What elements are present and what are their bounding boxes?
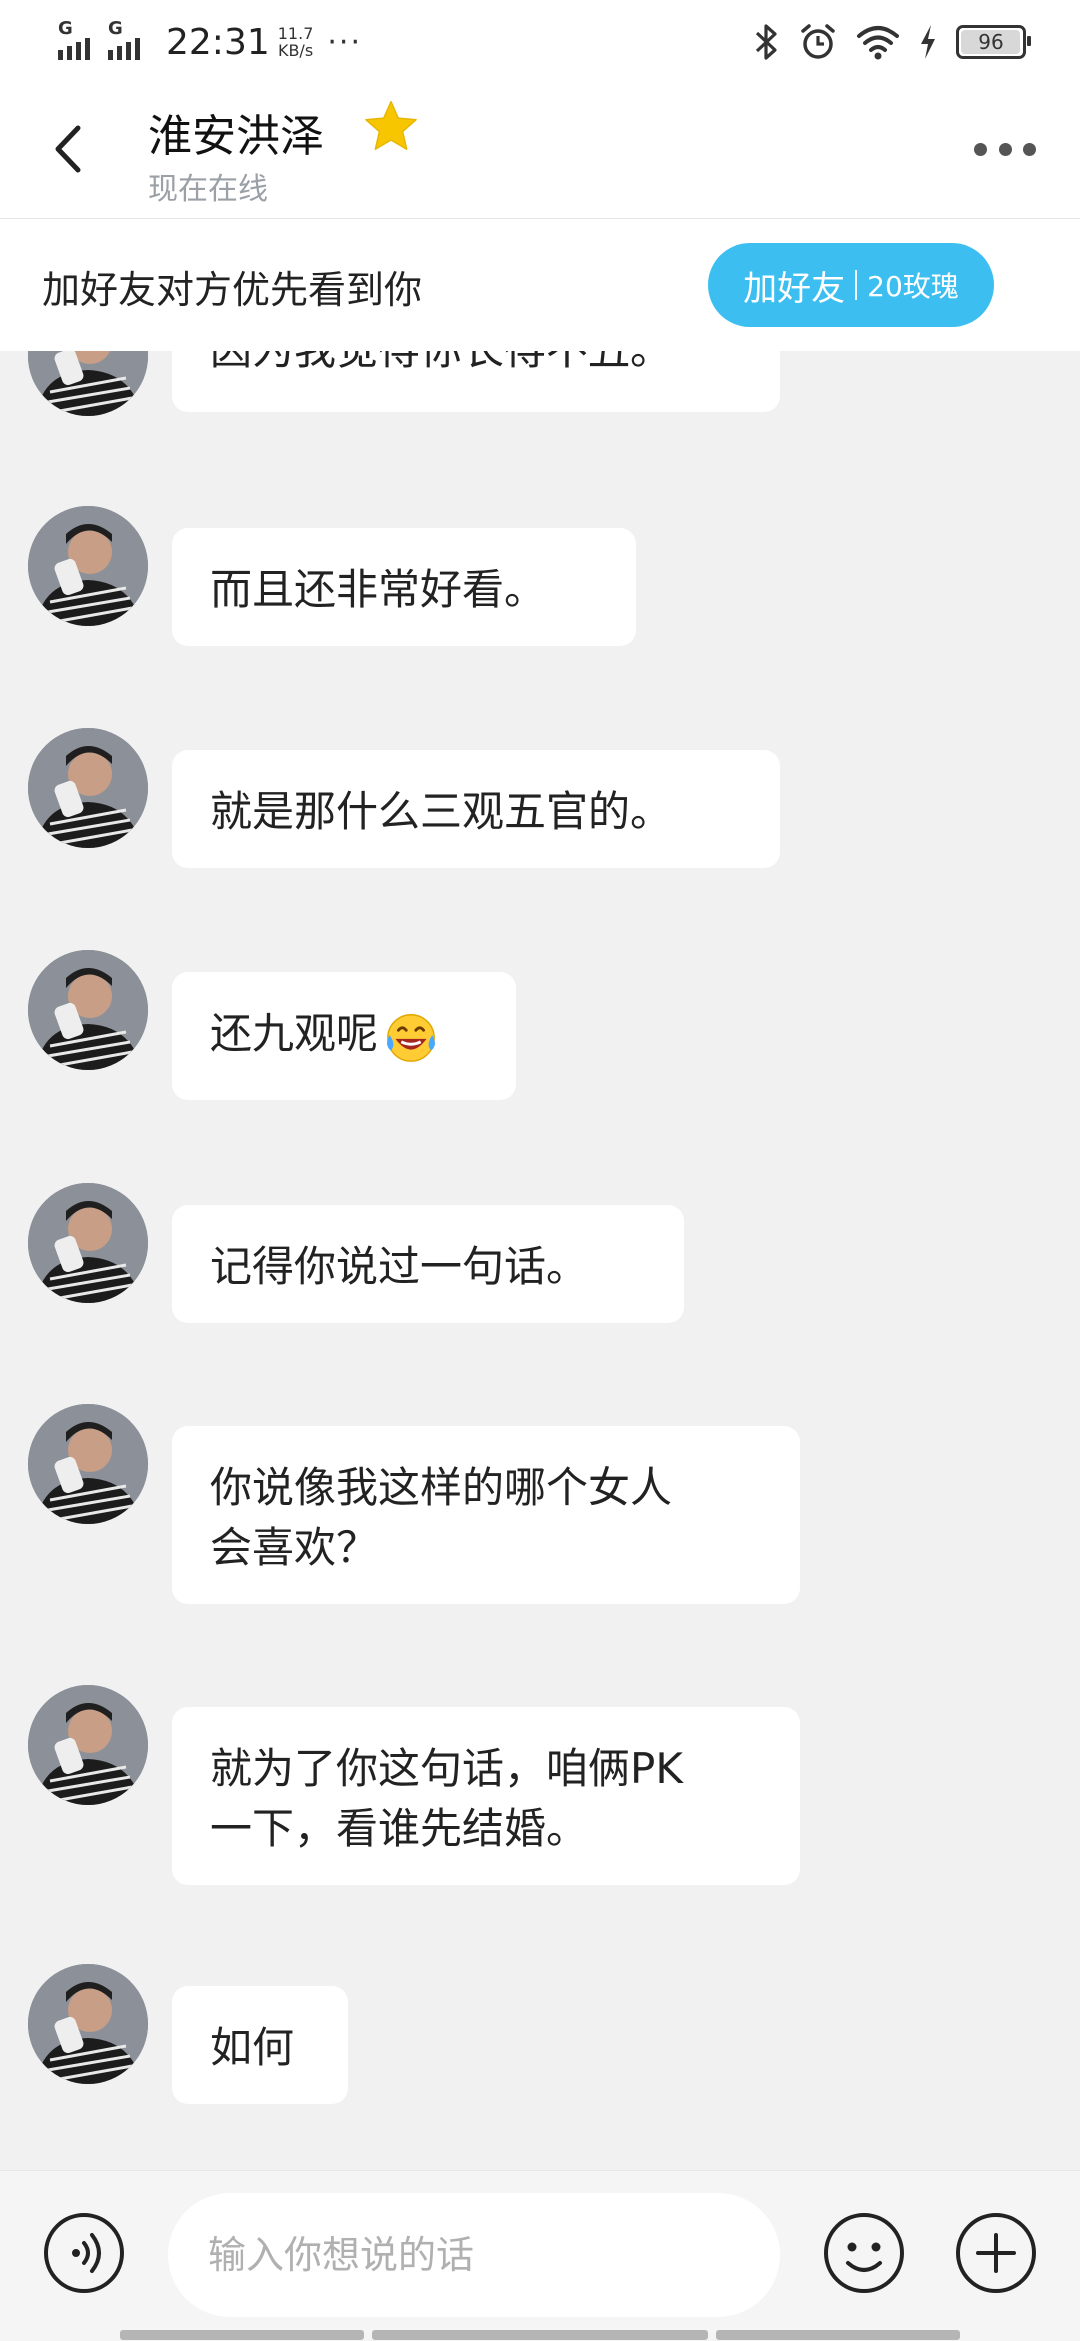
avatar[interactable] bbox=[28, 1183, 148, 1303]
message-text: 记得你说过一句话。 bbox=[210, 1242, 589, 1291]
wifi-icon bbox=[857, 26, 899, 60]
avatar[interactable] bbox=[28, 1404, 148, 1524]
message-bubble[interactable]: 就是那什么三观五官的。 bbox=[172, 750, 780, 868]
contact-name: 淮安洪泽 bbox=[148, 111, 324, 162]
add-friend-button-label: 加好友 bbox=[743, 268, 846, 309]
network-type-label-2: G bbox=[108, 18, 123, 39]
message-bubble[interactable]: 而且还非常好看。 bbox=[172, 528, 636, 646]
alarm-icon bbox=[801, 24, 835, 59]
emoji-icon[interactable] bbox=[822, 2211, 906, 2295]
add-friend-button[interactable]: 加好友 20玫瑰 bbox=[708, 243, 994, 327]
message-bubble[interactable]: 因为我觉得你长得不丑。 bbox=[172, 351, 780, 412]
laughing-tears-emoji bbox=[387, 1013, 435, 1062]
charging-icon bbox=[921, 25, 935, 59]
avatar[interactable] bbox=[28, 1685, 148, 1805]
message-bubble[interactable]: 还九观呢 bbox=[172, 972, 516, 1100]
message-text: 如何 bbox=[210, 2023, 295, 2072]
home-indicator-segment bbox=[120, 2330, 364, 2340]
avatar[interactable] bbox=[28, 728, 148, 848]
signal-icon-2: G bbox=[108, 18, 152, 62]
voice-icon[interactable] bbox=[42, 2211, 126, 2295]
message-text: 你说像我这样的哪个女人 bbox=[210, 1463, 673, 1512]
star-icon[interactable] bbox=[362, 98, 420, 156]
message-text: 因为我觉得你长得不丑。 bbox=[210, 351, 672, 374]
button-divider bbox=[855, 270, 858, 300]
signal-icon: G bbox=[58, 18, 102, 62]
battery-level: 96 bbox=[978, 30, 1004, 54]
message-bubble[interactable]: 记得你说过一句话。 bbox=[172, 1205, 684, 1323]
back-arrow-icon[interactable] bbox=[40, 114, 100, 184]
more-icon[interactable] bbox=[974, 134, 1036, 164]
home-indicator-segment bbox=[372, 2330, 708, 2340]
online-status: 现在在线 bbox=[148, 172, 268, 207]
avatar[interactable] bbox=[28, 950, 148, 1070]
message-text-line2: 一下，看谁先结婚。 bbox=[210, 1804, 589, 1853]
home-indicator-segment bbox=[716, 2330, 960, 2340]
message-text-line2: 会喜欢？ bbox=[210, 1523, 379, 1572]
clock: 22:31 bbox=[166, 21, 270, 63]
message-text: 还九观呢 bbox=[210, 1009, 379, 1058]
chat-header: 淮安洪泽 现在在线 bbox=[0, 84, 1080, 219]
avatar[interactable] bbox=[28, 1964, 148, 2084]
plus-icon[interactable] bbox=[954, 2211, 1038, 2295]
avatar[interactable] bbox=[28, 506, 148, 626]
network-speed-value: 11.7 bbox=[277, 24, 314, 43]
message-text: 就为了你这句话，咱俩PK bbox=[210, 1744, 683, 1793]
network-type-label: G bbox=[58, 18, 73, 39]
bluetooth-icon bbox=[755, 24, 777, 60]
chat-area[interactable]: 因为我觉得你长得不丑。 而且还非常好看。 就是那什么三观五官的。 还九观呢 记得… bbox=[0, 351, 1080, 2170]
banner-text: 加好友对方优先看到你 bbox=[42, 268, 423, 312]
status-overflow-icon: ··· bbox=[327, 24, 362, 60]
message-bubble[interactable]: 如何 bbox=[172, 1986, 348, 2104]
message-bubble[interactable]: 你说像我这样的哪个女人 会喜欢？ bbox=[172, 1426, 800, 1604]
input-bar bbox=[0, 2170, 1080, 2341]
message-input[interactable] bbox=[168, 2193, 780, 2317]
add-friend-cost: 20玫瑰 bbox=[867, 270, 959, 303]
message-text: 就是那什么三观五官的。 bbox=[210, 787, 673, 836]
add-friend-banner: 加好友对方优先看到你 加好友 20玫瑰 bbox=[0, 219, 1080, 351]
message-text: 而且还非常好看。 bbox=[210, 565, 547, 614]
network-speed-unit: KB/s bbox=[277, 41, 314, 60]
status-bar: G G 22:31 11.7 KB/s ··· 96 bbox=[0, 0, 1080, 84]
message-bubble[interactable]: 就为了你这句话，咱俩PK 一下，看谁先结婚。 bbox=[172, 1707, 800, 1885]
network-speed: 11.7 KB/s bbox=[278, 25, 314, 59]
avatar[interactable] bbox=[28, 351, 148, 416]
battery-icon: 96 bbox=[956, 25, 1031, 59]
